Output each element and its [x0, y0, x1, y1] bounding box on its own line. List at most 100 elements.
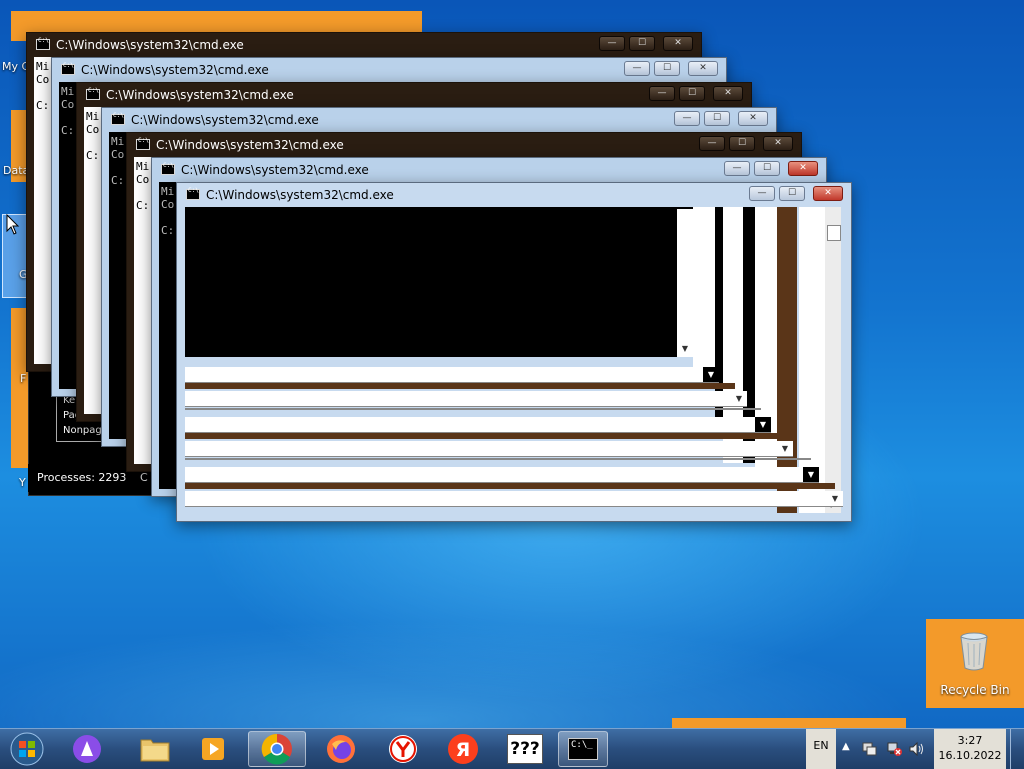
yandex-icon: Я — [448, 734, 478, 764]
maximize-button[interactable]: ☐ — [729, 136, 755, 151]
dropdown-arrow[interactable]: ▼ — [777, 441, 793, 456]
recycle-bin-label: Recycle Bin — [940, 683, 1010, 697]
scroll-down-arrow[interactable]: ▼ — [677, 341, 693, 356]
cmd-icon — [161, 162, 175, 175]
window-border — [185, 408, 761, 410]
show-hidden-icons-icon[interactable]: ▲ — [842, 741, 850, 752]
start-button[interactable] — [2, 731, 52, 767]
title-bar[interactable]: C:\Windows\system32\cmd.exe — ☐ ✕ — [77, 83, 751, 107]
dropdown-arrow[interactable]: ▼ — [827, 491, 843, 506]
network-disconnected-icon[interactable] — [886, 741, 902, 757]
window-title: C:\Windows\system32\cmd.exe — [156, 138, 344, 152]
maximize-button[interactable]: ☐ — [704, 111, 730, 126]
yandex-browser-button[interactable] — [376, 731, 430, 767]
file-explorer-button[interactable] — [128, 731, 182, 767]
console-output[interactable] — [185, 207, 693, 357]
clock-time: 3:27 — [957, 734, 983, 747]
title-bar[interactable]: C:\Windows\system32\cmd.exe — ☐ ✕ — [52, 58, 726, 82]
windows-start-orb-icon — [10, 732, 44, 766]
yandex-browser-icon — [389, 735, 417, 763]
maximize-button[interactable]: ☐ — [654, 61, 680, 76]
unknown-program-icon: ??? — [507, 734, 543, 764]
system-tray: ▲ — [838, 729, 932, 769]
svg-text:Я: Я — [456, 739, 471, 761]
vertical-scrollbar[interactable]: ▼ — [825, 207, 841, 513]
title-bar[interactable]: C:\Windows\system32\cmd.exe — ☐ ✕ — [152, 158, 826, 182]
title-bar[interactable]: C:\Windows\system32\cmd.exe — ☐ ✕ — [127, 133, 801, 157]
system-clock[interactable]: 3:27 16.10.2022 — [934, 729, 1006, 769]
volume-icon[interactable] — [908, 741, 926, 757]
chrome-button[interactable] — [248, 731, 306, 767]
dropdown-arrow[interactable]: ▼ — [731, 391, 747, 406]
dropdown-arrow[interactable]: ▼ — [803, 467, 819, 482]
clock-date: 16.10.2022 — [938, 749, 1002, 762]
close-button[interactable]: ✕ — [713, 86, 743, 101]
maximize-button[interactable]: ☐ — [754, 161, 780, 176]
cmd-taskbar-button[interactable]: C:\_ — [558, 731, 608, 767]
minimize-button[interactable]: — — [599, 36, 625, 51]
title-bar[interactable]: C:\Windows\system32\cmd.exe — ☐ ✕ — [177, 183, 851, 207]
close-button[interactable]: ✕ — [663, 36, 693, 51]
horizontal-scrollbar[interactable]: ▼ — [185, 391, 747, 407]
recycle-bin[interactable]: Recycle Bin — [926, 619, 1024, 708]
recycle-bin-icon — [960, 632, 988, 671]
dropdown-arrow[interactable]: ▼ — [703, 367, 719, 382]
horizontal-scrollbar[interactable]: ▼ — [185, 467, 819, 483]
unknown-program-button[interactable]: ??? — [498, 731, 552, 767]
cmd-icon: C:\_ — [568, 738, 598, 760]
window-title: C:\Windows\system32\cmd.exe — [181, 163, 369, 177]
window-border — [185, 383, 735, 389]
close-button[interactable]: ✕ — [688, 61, 718, 76]
firefox-button[interactable] — [314, 731, 368, 767]
minimize-button[interactable]: — — [674, 111, 700, 126]
media-player-icon — [202, 738, 224, 760]
processes-count: Processes: 2293 — [37, 471, 127, 484]
file-explorer-icon — [140, 739, 170, 762]
cmd-icon — [111, 112, 125, 125]
minimize-button[interactable]: — — [624, 61, 650, 76]
minimize-button[interactable]: — — [649, 86, 675, 101]
scroll-thumb[interactable] — [827, 225, 841, 241]
window-title: C:\Windows\system32\cmd.exe — [206, 188, 394, 202]
title-bar[interactable]: C:\Windows\system32\cmd.exe — ☐ ✕ — [102, 108, 776, 132]
cmd-icon — [36, 37, 50, 50]
window-border — [185, 458, 811, 460]
title-bar[interactable]: C:\Windows\system32\cmd.exe — ☐ ✕ — [27, 33, 701, 57]
maximize-button[interactable]: ☐ — [629, 36, 655, 51]
firefox-icon — [327, 735, 355, 763]
alice-assistant-icon — [73, 735, 101, 763]
media-player-button[interactable] — [186, 731, 240, 767]
close-button[interactable]: ✕ — [813, 186, 843, 201]
show-desktop-button[interactable] — [1010, 729, 1024, 769]
horizontal-scrollbar[interactable]: ▼ — [185, 367, 719, 383]
status-suffix: C — [139, 471, 148, 484]
horizontal-scrollbar[interactable]: ▼ — [185, 491, 843, 507]
cmd-icon — [186, 187, 200, 200]
mouse-cursor-icon — [6, 214, 20, 235]
action-center-icon[interactable] — [862, 742, 878, 756]
cmd-window-active[interactable]: C:\Windows\system32\cmd.exe — ☐ ✕ ▼ ▼ ▼ … — [176, 182, 852, 522]
minimize-button[interactable]: — — [699, 136, 725, 151]
language-indicator[interactable]: EN — [806, 729, 836, 769]
close-button[interactable]: ✕ — [788, 161, 818, 176]
horizontal-scrollbar[interactable]: ▼ — [185, 417, 771, 433]
minimize-button[interactable]: — — [749, 186, 775, 201]
window-title: C:\Windows\system32\cmd.exe — [106, 88, 294, 102]
horizontal-scrollbar[interactable]: ▼ — [185, 441, 793, 457]
maximize-button[interactable]: ☐ — [679, 86, 705, 101]
yandex-button[interactable]: Я — [436, 731, 490, 767]
desktop-icon-label[interactable]: Y — [19, 476, 26, 489]
minimize-button[interactable]: — — [724, 161, 750, 176]
window-title: C:\Windows\system32\cmd.exe — [56, 38, 244, 52]
dropdown-arrow[interactable]: ▼ — [755, 417, 771, 432]
desktop-icon-label[interactable]: F — [20, 372, 26, 385]
alice-assistant-button[interactable] — [60, 731, 114, 767]
close-button[interactable]: ✕ — [763, 136, 793, 151]
cmd-icon — [136, 137, 150, 150]
window-border — [185, 433, 785, 439]
close-button[interactable]: ✕ — [738, 111, 768, 126]
maximize-button[interactable]: ☐ — [779, 186, 805, 201]
scrollbar[interactable]: ▼ — [677, 209, 693, 357]
chrome-icon — [261, 733, 292, 765]
taskbar: Я ??? C:\_ EN ▲ 3:27 16.10.2022 — [0, 728, 1024, 769]
